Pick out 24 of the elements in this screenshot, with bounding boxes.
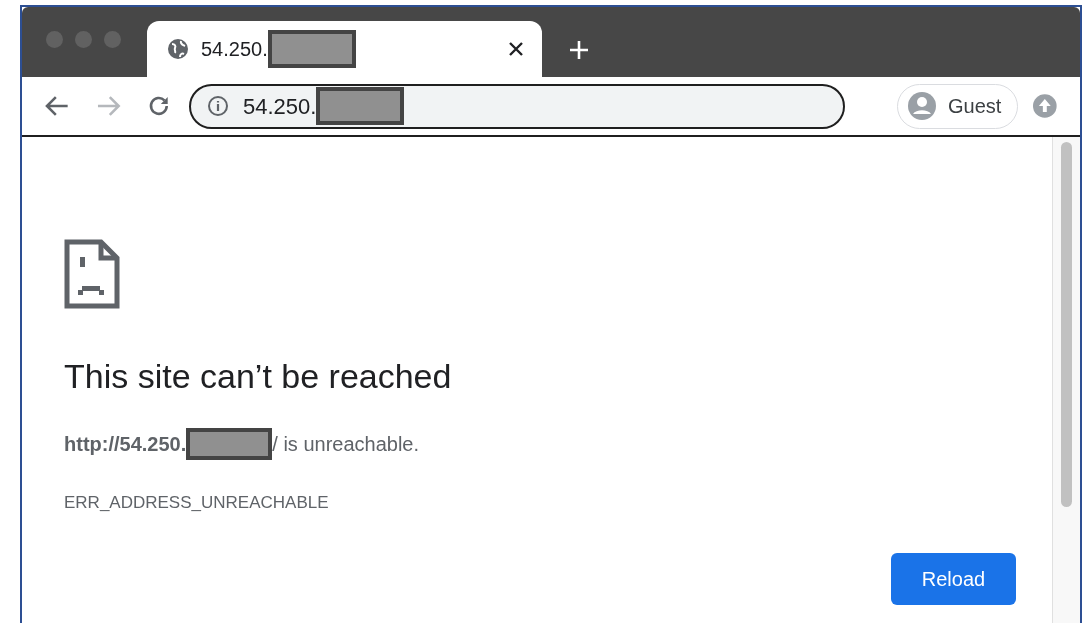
url-text: 54.250. <box>242 92 317 121</box>
window-control-icon[interactable] <box>46 30 63 48</box>
info-icon <box>206 95 229 117</box>
new-tab-icon[interactable] <box>568 39 590 61</box>
globe-icon <box>167 38 189 60</box>
update-icon[interactable] <box>1032 93 1058 119</box>
scrollbar[interactable] <box>1052 137 1080 623</box>
error-url: http://54.250. <box>64 431 187 457</box>
sad-page-icon <box>64 239 120 309</box>
error-code: ERR_ADDRESS_UNREACHABLE <box>64 491 329 514</box>
scrollbar-thumb[interactable] <box>1061 142 1072 507</box>
error-heading: This site can’t be reached <box>64 356 452 397</box>
avatar-icon <box>908 92 936 120</box>
reload-button[interactable]: Reload <box>891 553 1016 605</box>
browser-tab[interactable]: 54.250. <box>147 21 542 77</box>
window-control-icon[interactable] <box>104 30 121 48</box>
window-control-icon[interactable] <box>75 30 92 48</box>
error-message: / is unreachable. <box>272 431 420 457</box>
forward-icon[interactable] <box>95 95 122 117</box>
reload-icon[interactable] <box>147 94 171 118</box>
back-icon[interactable] <box>44 95 70 117</box>
address-bar[interactable]: 54.250. <box>188 83 845 129</box>
close-icon[interactable] <box>508 41 524 57</box>
tab-title: 54.250. <box>201 37 268 62</box>
